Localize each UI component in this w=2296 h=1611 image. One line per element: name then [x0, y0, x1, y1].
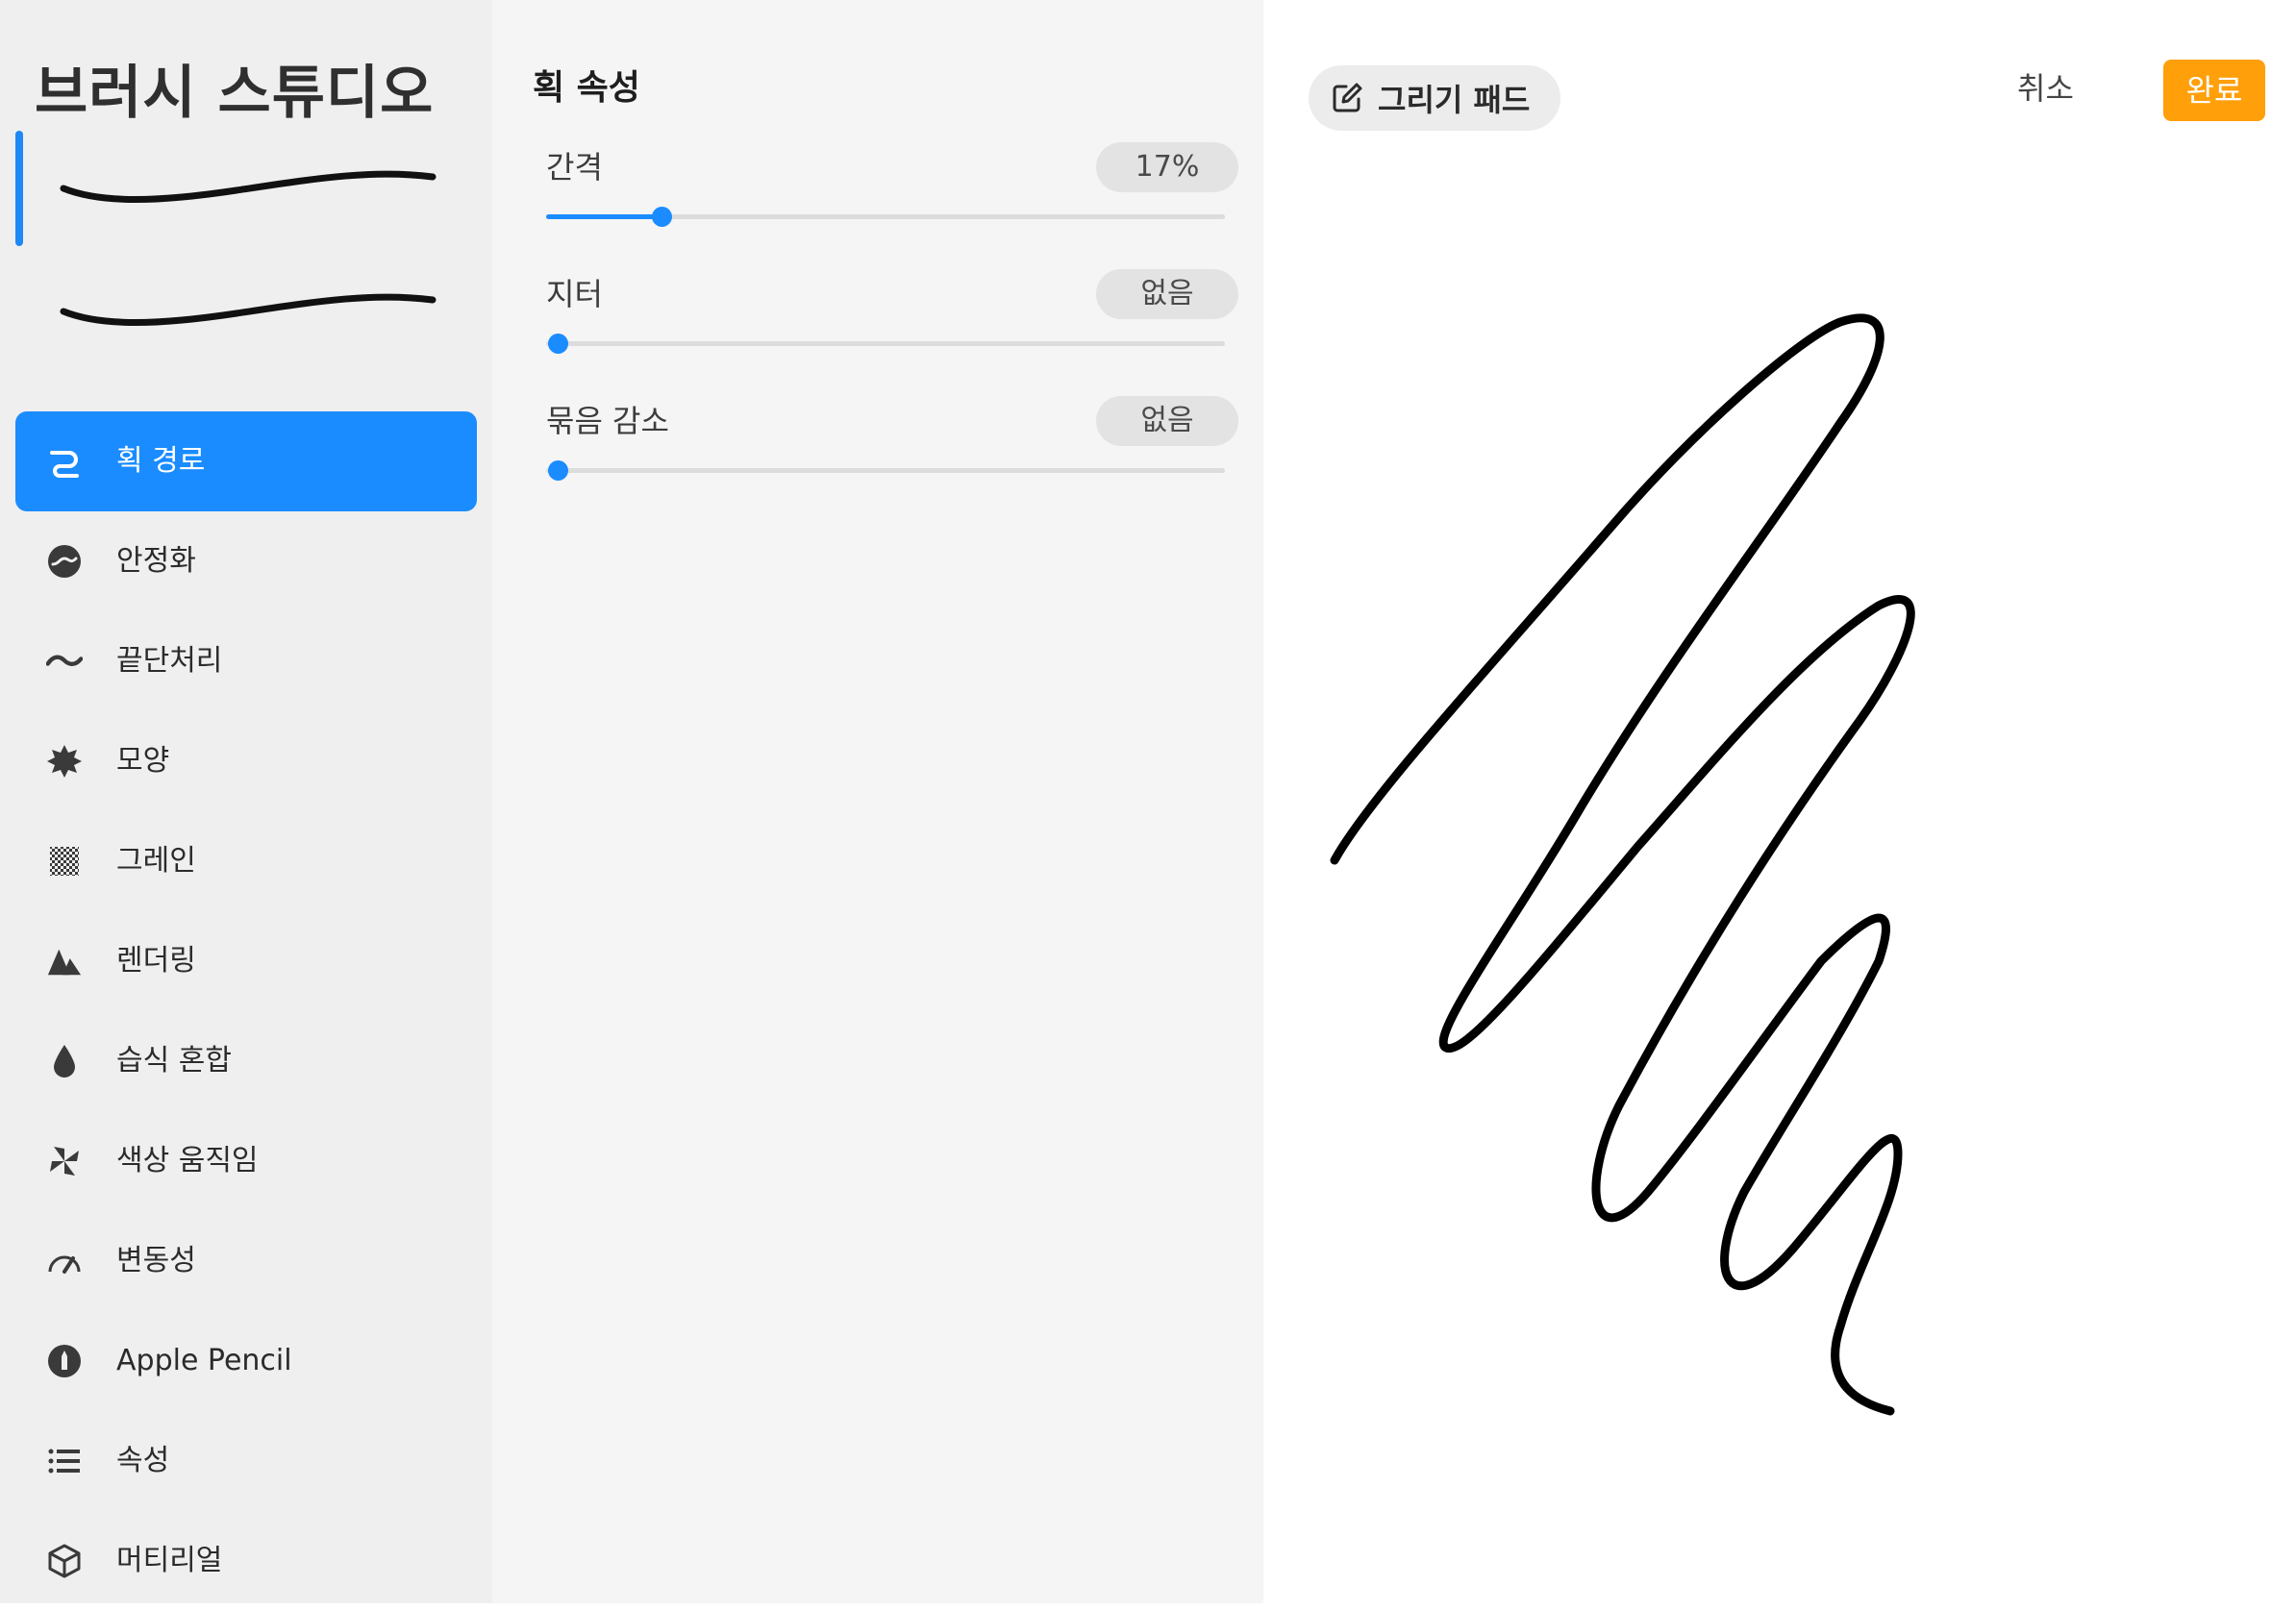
shape-icon: [46, 743, 83, 780]
stroke-preview-large[interactable]: [15, 250, 477, 365]
drawing-pad-label: 그리기 패드: [1378, 82, 1531, 118]
sidebar-item-label: 안정화: [116, 544, 196, 578]
drawing-pad[interactable]: 그리기 패드 취소 완료: [1263, 0, 2296, 1603]
slider-label: 간격: [546, 149, 603, 186]
slider-label: 묶음 감소: [546, 403, 669, 439]
spacing-slider-row: 간격 17%: [546, 142, 1238, 238]
slider-value-badge[interactable]: 없음: [1096, 269, 1238, 319]
sidebar-item-stroke-path[interactable]: 획 경로: [15, 411, 477, 511]
sidebar-item-taper[interactable]: 끝단처리: [15, 611, 477, 711]
sidebar-item-label: 그레인: [116, 844, 196, 878]
drawing-stroke: [1330, 313, 1915, 1416]
stroke-preview-large-image: [60, 293, 437, 326]
slider-value-badge[interactable]: 없음: [1096, 396, 1238, 446]
app-title: 브러시 스튜디오: [35, 60, 435, 127]
sidebar-item-label: 색상 움직임: [116, 1144, 259, 1177]
drawing-pad-badge: 그리기 패드: [1309, 65, 1561, 131]
jitter-slider-track[interactable]: [546, 334, 1225, 354]
wet-mix-icon: [46, 1043, 83, 1079]
sidebar-item-shape[interactable]: 모양: [15, 711, 477, 811]
cancel-button[interactable]: 취소: [2017, 63, 2074, 113]
sidebar-item-label: 끝단처리: [116, 644, 223, 678]
dynamics-icon: [46, 1243, 83, 1279]
spacing-slider-track[interactable]: [546, 207, 1225, 227]
jitter-slider-row: 지터 없음: [546, 269, 1238, 365]
sidebar-item-label: 모양: [116, 744, 170, 778]
apple-pencil-icon: [46, 1343, 83, 1379]
sidebar-item-label: 속성: [116, 1444, 170, 1477]
sidebar-item-grain[interactable]: 그레인: [15, 811, 477, 911]
settings-panel: 획 속성 간격 17% 지터 없음 묶음 감소 없음: [492, 0, 1263, 1603]
sidebar-item-materials[interactable]: 머티리얼: [15, 1511, 477, 1611]
falloff-slider-track[interactable]: [546, 460, 1225, 481]
sidebar-nav: 획 경로 안정화 끝단처리 모양 그레인 렌더링 습식 혼합 색상 움직임 변동…: [15, 411, 477, 1611]
stabilization-icon: [46, 543, 83, 580]
stroke-preview[interactable]: [15, 127, 477, 242]
color-dynamics-icon: [46, 1143, 83, 1179]
falloff-slider-row: 묶음 감소 없음: [546, 396, 1238, 492]
rendering-icon: [46, 943, 83, 979]
stroke-path-icon: [46, 443, 83, 480]
slider-fill: [546, 214, 662, 219]
stroke-preview-image: [60, 170, 437, 203]
taper-icon: [46, 643, 83, 680]
sidebar-item-label: 머티리얼: [116, 1544, 223, 1577]
sidebar-item-label: 습식 혼합: [116, 1044, 232, 1078]
properties-icon: [46, 1443, 83, 1479]
sidebar-item-label: 렌더링: [116, 944, 196, 978]
slider-value-badge[interactable]: 17%: [1096, 142, 1238, 192]
sidebar-item-rendering[interactable]: 렌더링: [15, 911, 477, 1011]
grain-icon: [46, 843, 83, 880]
edit-icon: [1330, 81, 1364, 115]
materials-icon: [46, 1543, 83, 1579]
sidebar-item-dynamics[interactable]: 변동성: [15, 1211, 477, 1311]
slider-thumb[interactable]: [548, 334, 568, 354]
done-button[interactable]: 완료: [2163, 60, 2265, 121]
sidebar-item-label: 변동성: [116, 1244, 196, 1277]
slider-thumb[interactable]: [548, 460, 568, 481]
sidebar-item-wet-mix[interactable]: 습식 혼합: [15, 1011, 477, 1111]
sidebar-item-color-dynamics[interactable]: 색상 움직임: [15, 1111, 477, 1211]
sidebar: 브러시 스튜디오 획 경로 안정화 끝단처리 모양 그레인 렌더링 습식 혼합 …: [0, 0, 492, 1603]
slider-thumb[interactable]: [652, 207, 673, 227]
panel-title: 획 속성: [533, 68, 640, 108]
sidebar-item-stabilization[interactable]: 안정화: [15, 511, 477, 611]
sidebar-item-apple-pencil[interactable]: Apple Pencil: [15, 1311, 477, 1411]
sidebar-item-properties[interactable]: 속성: [15, 1411, 477, 1511]
sidebar-item-label: Apple Pencil: [116, 1344, 292, 1377]
sidebar-item-label: 획 경로: [116, 444, 206, 478]
slider-label: 지터: [546, 276, 603, 312]
